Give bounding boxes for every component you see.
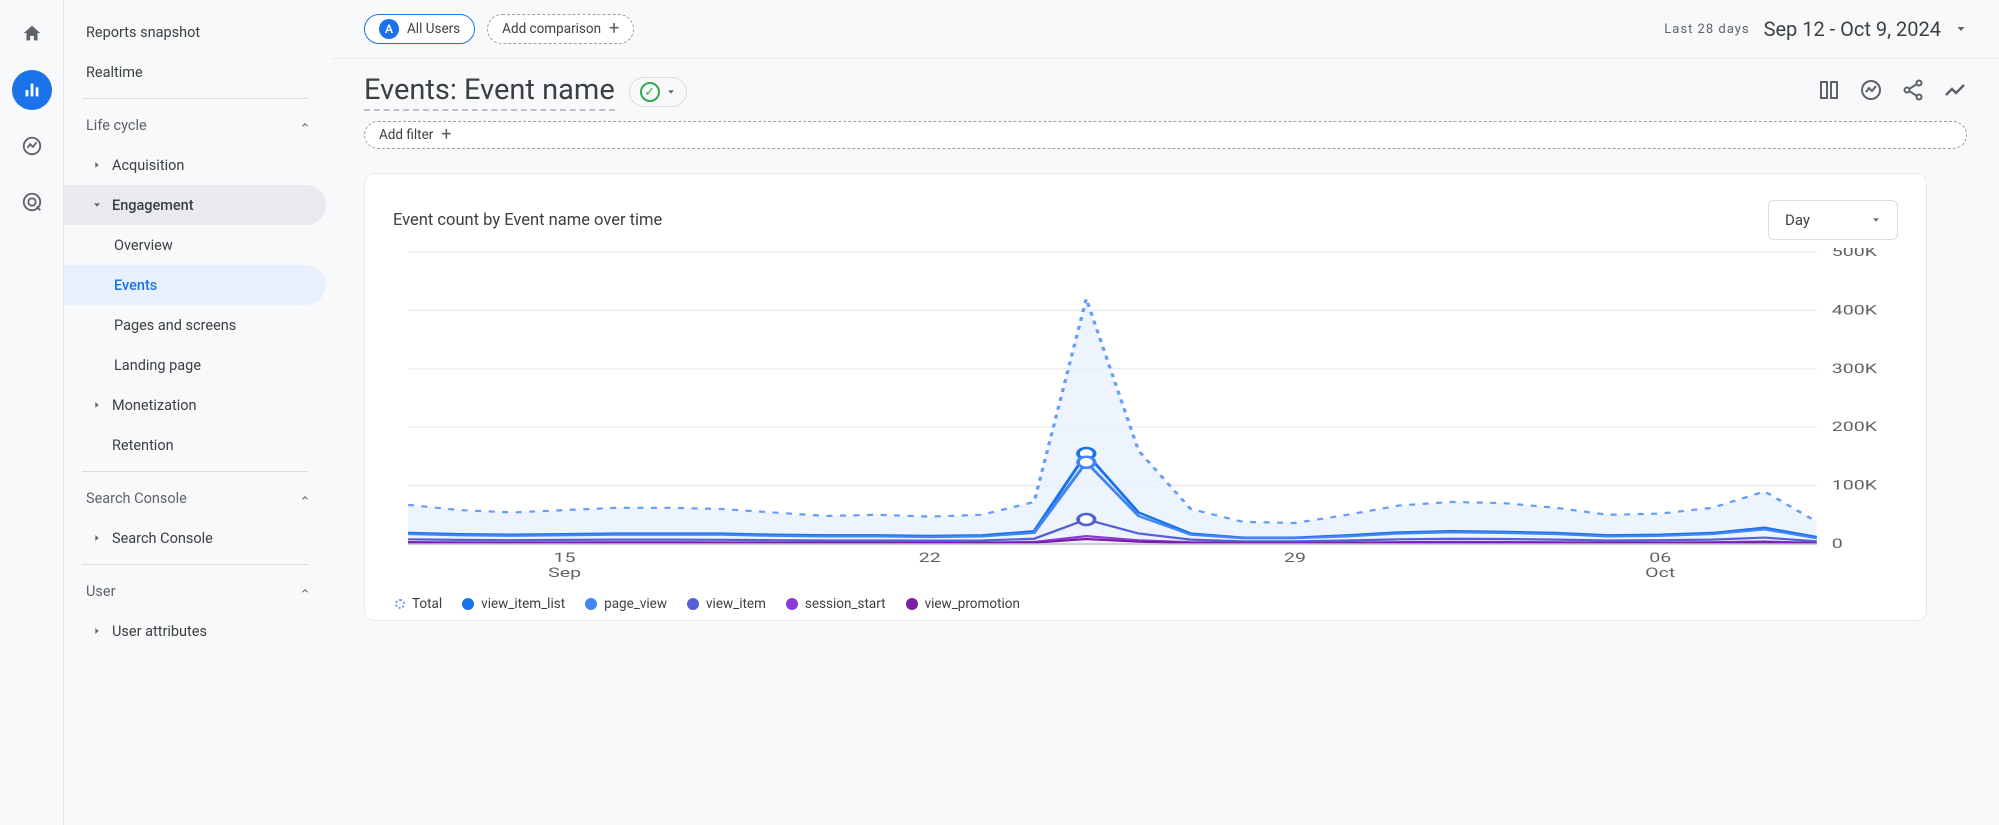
chevron-right-icon xyxy=(92,160,102,170)
legend-label: view_item_list xyxy=(481,596,565,612)
chevron-up-icon xyxy=(300,586,310,596)
sidebar-item-acquisition[interactable]: Acquisition xyxy=(64,145,326,185)
segment-all-users[interactable]: A All Users xyxy=(364,14,475,44)
customize-report-icon[interactable] xyxy=(1817,78,1841,106)
chevron-right-icon xyxy=(92,626,102,636)
filterbar: Add filter + xyxy=(332,119,1999,165)
sidebar-item-monetization[interactable]: Monetization xyxy=(64,385,326,425)
date-range[interactable]: Sep 12 - Oct 9, 2024 xyxy=(1764,17,1941,41)
sidebar-item-pages-screens[interactable]: Pages and screens xyxy=(64,305,326,345)
legend-item[interactable]: session_start xyxy=(786,596,886,612)
legend-item[interactable]: view_item_list xyxy=(462,596,565,612)
divider xyxy=(82,98,308,99)
section-label: User xyxy=(86,583,116,600)
sidebar-item-retention[interactable]: Retention xyxy=(64,425,326,465)
legend-label: view_promotion xyxy=(925,596,1020,612)
legend-label: session_start xyxy=(805,596,886,612)
chevron-right-icon xyxy=(92,400,102,410)
svg-text:300K: 300K xyxy=(1832,362,1878,377)
sidebar-item-overview[interactable]: Overview xyxy=(64,225,326,265)
sidebar-item-search-console[interactable]: Search Console xyxy=(64,518,326,558)
chart-card: Event count by Event name over time Day … xyxy=(364,173,1927,621)
legend-swatch xyxy=(395,599,405,609)
legend-label: view_item xyxy=(706,596,766,612)
legend-label: Total xyxy=(412,596,442,612)
plus-icon: + xyxy=(441,126,451,144)
divider xyxy=(82,564,308,565)
legend-swatch xyxy=(906,598,918,610)
share-icon[interactable] xyxy=(1901,78,1925,106)
svg-text:0: 0 xyxy=(1832,537,1843,552)
chevron-down-icon xyxy=(1871,215,1881,225)
topbar: A All Users Add comparison + Last 28 day… xyxy=(332,0,1999,59)
legend-swatch xyxy=(687,598,699,610)
legend-item[interactable]: page_view xyxy=(585,596,667,612)
chevron-right-icon xyxy=(92,533,102,543)
svg-text:Oct: Oct xyxy=(1645,566,1675,581)
legend-swatch xyxy=(585,598,597,610)
sidebar-section-search-console[interactable]: Search Console xyxy=(64,478,326,518)
svg-text:Sep: Sep xyxy=(548,566,581,581)
sidebar-item-realtime[interactable]: Realtime xyxy=(64,52,326,92)
explore-icon[interactable] xyxy=(12,126,52,166)
sidebar-item-landing-page[interactable]: Landing page xyxy=(64,345,326,385)
date-period-label: Last 28 days xyxy=(1664,22,1749,37)
svg-text:22: 22 xyxy=(919,551,941,566)
sidebar-section-life-cycle[interactable]: Life cycle xyxy=(64,105,326,145)
reports-icon[interactable] xyxy=(12,70,52,110)
report-status-button[interactable]: ✓ xyxy=(629,77,687,107)
insights-icon[interactable] xyxy=(1859,78,1883,106)
legend-label: page_view xyxy=(604,596,667,612)
svg-text:200K: 200K xyxy=(1832,420,1878,435)
sidebar-item-reports-snapshot[interactable]: Reports snapshot xyxy=(64,12,326,52)
add-comparison-button[interactable]: Add comparison + xyxy=(487,14,634,44)
check-icon: ✓ xyxy=(640,82,660,102)
sidebar-section-user[interactable]: User xyxy=(64,571,326,611)
sidebar: Reports snapshot Realtime Life cycle Acq… xyxy=(64,0,332,825)
svg-text:100K: 100K xyxy=(1832,479,1878,494)
legend-item[interactable]: view_item xyxy=(687,596,766,612)
titlebar: Events: Event name ✓ xyxy=(332,59,1999,119)
chart: 0 100K 200K 300K 400K 500K 15Sep 22 29 06Oct xyxy=(393,248,1898,588)
advertising-icon[interactable] xyxy=(12,182,52,222)
legend-swatch xyxy=(786,598,798,610)
legend-item[interactable]: view_promotion xyxy=(906,596,1020,612)
svg-text:400K: 400K xyxy=(1832,303,1878,318)
svg-text:29: 29 xyxy=(1284,551,1306,566)
divider xyxy=(82,471,308,472)
chart-legend: Total view_item_list page_view view_item ses… xyxy=(393,588,1898,612)
svg-text:15: 15 xyxy=(554,551,576,566)
chart-title: Event count by Event name over time xyxy=(393,211,662,230)
section-label: Search Console xyxy=(86,490,187,507)
sidebar-item-user-attributes[interactable]: User attributes xyxy=(64,611,326,651)
page-title[interactable]: Events: Event name xyxy=(364,73,615,111)
granularity-select[interactable]: Day xyxy=(1768,200,1898,240)
add-filter-button[interactable]: Add filter + xyxy=(364,121,1967,149)
svg-text:500K: 500K xyxy=(1832,248,1878,260)
title-actions xyxy=(1817,78,1967,106)
legend-item[interactable]: Total xyxy=(395,596,442,612)
chevron-down-icon xyxy=(92,200,102,210)
legend-swatch xyxy=(462,598,474,610)
plus-icon: + xyxy=(609,20,619,38)
icon-rail xyxy=(0,0,64,825)
segment-label: All Users xyxy=(407,21,460,37)
sidebar-item-events[interactable]: Events xyxy=(64,265,326,305)
date-dropdown-icon[interactable] xyxy=(1955,20,1967,39)
trend-icon[interactable] xyxy=(1943,78,1967,106)
chevron-up-icon xyxy=(300,120,310,130)
svg-text:06: 06 xyxy=(1649,551,1671,566)
home-icon[interactable] xyxy=(12,14,52,54)
sidebar-item-engagement[interactable]: Engagement xyxy=(64,185,326,225)
chevron-down-icon xyxy=(666,87,676,97)
chevron-up-icon xyxy=(300,493,310,503)
segment-badge: A xyxy=(379,19,399,39)
main: A All Users Add comparison + Last 28 day… xyxy=(332,0,1999,825)
section-label: Life cycle xyxy=(86,117,147,134)
